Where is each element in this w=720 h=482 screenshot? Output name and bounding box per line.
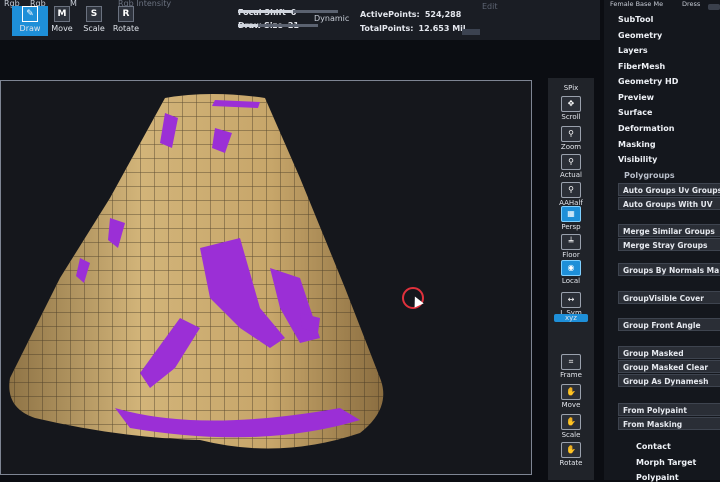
scale-view-icon: ✋	[561, 414, 581, 430]
move-view-button[interactable]: ✋ Move	[554, 384, 588, 409]
total-points-label: TotalPoints:	[360, 24, 414, 33]
scale-icon: S	[86, 6, 102, 22]
local-label: Local	[561, 277, 581, 285]
rotate-view-label: Rotate	[559, 459, 583, 467]
frame-label: Frame	[560, 371, 582, 379]
aahalf-button[interactable]: ⚲ AAHalf	[554, 182, 588, 207]
menu-fibermesh[interactable]: FiberMesh	[618, 62, 665, 71]
scale-view-button[interactable]: ✋ Scale	[554, 414, 588, 439]
scroll-button[interactable]: ✥ Scroll	[554, 96, 588, 121]
menu-deformation[interactable]: Deformation	[618, 124, 674, 133]
frame-button[interactable]: ⌗ Frame	[554, 354, 588, 379]
menu-geometry[interactable]: Geometry	[618, 31, 662, 40]
scroll-handle[interactable]	[462, 29, 480, 35]
from-masking-button[interactable]: From Masking	[618, 417, 720, 430]
total-points-readout: TotalPoints: 12.653 Mil	[360, 16, 466, 35]
scale-view-label: Scale	[561, 431, 581, 439]
draw-tool-label: Draw	[19, 24, 41, 33]
top-toolbar: Rgb Rgb M Rgb Intensity ✎ Draw M Move S …	[0, 0, 600, 40]
persp-label: Persp	[561, 223, 581, 231]
rotate-icon: R	[118, 6, 134, 22]
move-tool-label: Move	[51, 24, 73, 33]
edit-label[interactable]: Edit	[482, 2, 498, 11]
zoom-label: Zoom	[560, 143, 582, 151]
xyz-toggle[interactable]: xyz	[554, 314, 588, 322]
zoom-icon: ⚲	[561, 126, 581, 142]
persp-icon: ▦	[561, 206, 581, 222]
move-icon: M	[54, 6, 70, 22]
draw-size-track	[238, 24, 318, 27]
auto-groups-with-uv-button[interactable]: Auto Groups With UV	[618, 197, 720, 210]
floor-button[interactable]: ╧ Floor	[554, 234, 588, 259]
menu-morph-target[interactable]: Morph Target	[636, 458, 696, 467]
group-masked-clear-button[interactable]: Group Masked Clear	[618, 360, 720, 373]
menu-masking[interactable]: Masking	[618, 140, 656, 149]
from-polypaint-button[interactable]: From Polypaint	[618, 403, 720, 416]
panel-scroll-handle[interactable]	[708, 4, 720, 10]
merge-stray-groups-button[interactable]: Merge Stray Groups	[618, 238, 720, 251]
menu-subtool[interactable]: SubTool	[618, 15, 653, 24]
scale-tool-label: Scale	[83, 24, 105, 33]
focal-shift-slider[interactable]: Focal Shift 0	[238, 0, 348, 17]
rotate-tool-label: Rotate	[112, 24, 140, 33]
menu-layers[interactable]: Layers	[618, 46, 648, 55]
auto-groups-uv-button[interactable]: Auto Groups Uv Groups	[618, 183, 720, 196]
rotate-view-icon: ✋	[561, 442, 581, 458]
rotate-view-button[interactable]: ✋ Rotate	[554, 442, 588, 467]
aahalf-icon: ⚲	[561, 182, 581, 198]
lsym-icon: ↔	[561, 292, 581, 308]
groups-by-normals-button[interactable]: Groups By Normals Ma	[618, 263, 720, 276]
right-shelf: SPix ✥ Scroll ⚲ Zoom ⚲ Actual ⚲ AAHalf ▦ Pers…	[548, 78, 594, 480]
group-visible-button[interactable]: GroupVisible Cover	[618, 291, 720, 304]
menu-geometry-hd[interactable]: Geometry HD	[618, 77, 678, 86]
skirt-model[interactable]	[0, 88, 540, 480]
header-dress-name: Dress	[682, 0, 701, 8]
menu-polypaint[interactable]: Polypaint	[636, 473, 679, 482]
rotate-tool-button[interactable]: R Rotate	[108, 6, 144, 36]
floor-label: Floor	[562, 251, 580, 259]
total-points-value: 12.653 Mil	[418, 24, 466, 33]
local-button[interactable]: ◉ Local	[554, 260, 588, 285]
menu-contact[interactable]: Contact	[636, 442, 671, 451]
persp-button[interactable]: ▦ Persp	[554, 206, 588, 231]
scroll-icon: ✥	[561, 96, 581, 112]
merge-similar-groups-button[interactable]: Merge Similar Groups	[618, 224, 720, 237]
scale-tool-button[interactable]: S Scale	[76, 6, 112, 36]
spix-label: SPix	[563, 84, 579, 92]
draw-icon: ✎	[22, 6, 38, 22]
scroll-label: Scroll	[561, 113, 581, 121]
move-view-icon: ✋	[561, 384, 581, 400]
actual-button[interactable]: ⚲ Actual	[554, 154, 588, 179]
move-tool-button[interactable]: M Move	[44, 6, 80, 36]
frame-icon: ⌗	[561, 354, 581, 370]
group-masked-button[interactable]: Group Masked	[618, 346, 720, 359]
menu-preview[interactable]: Preview	[618, 93, 654, 102]
menu-polygroups[interactable]: Polygroups	[624, 171, 675, 180]
header-subtool-name: Female Base Me	[610, 0, 664, 8]
dynamic-toggle[interactable]: Dynamic	[314, 14, 349, 23]
local-icon: ◉	[561, 260, 581, 276]
actual-label: Actual	[560, 171, 582, 179]
spix-button[interactable]: SPix	[554, 84, 588, 92]
move-view-label: Move	[561, 401, 581, 409]
xyz-label: xyz	[554, 314, 588, 322]
right-menu-panel: Female Base Me Dress SubTool Geometry La…	[604, 0, 720, 482]
floor-icon: ╧	[561, 234, 581, 250]
menu-surface[interactable]: Surface	[618, 108, 652, 117]
group-front-button[interactable]: Group Front Angle	[618, 318, 720, 331]
group-as-dynamesh-button[interactable]: Group As Dynamesh	[618, 374, 720, 387]
zoom-button[interactable]: ⚲ Zoom	[554, 126, 588, 151]
actual-icon: ⚲	[561, 154, 581, 170]
menu-visibility[interactable]: Visibility	[618, 155, 657, 164]
draw-tool-button[interactable]: ✎ Draw	[12, 6, 48, 36]
